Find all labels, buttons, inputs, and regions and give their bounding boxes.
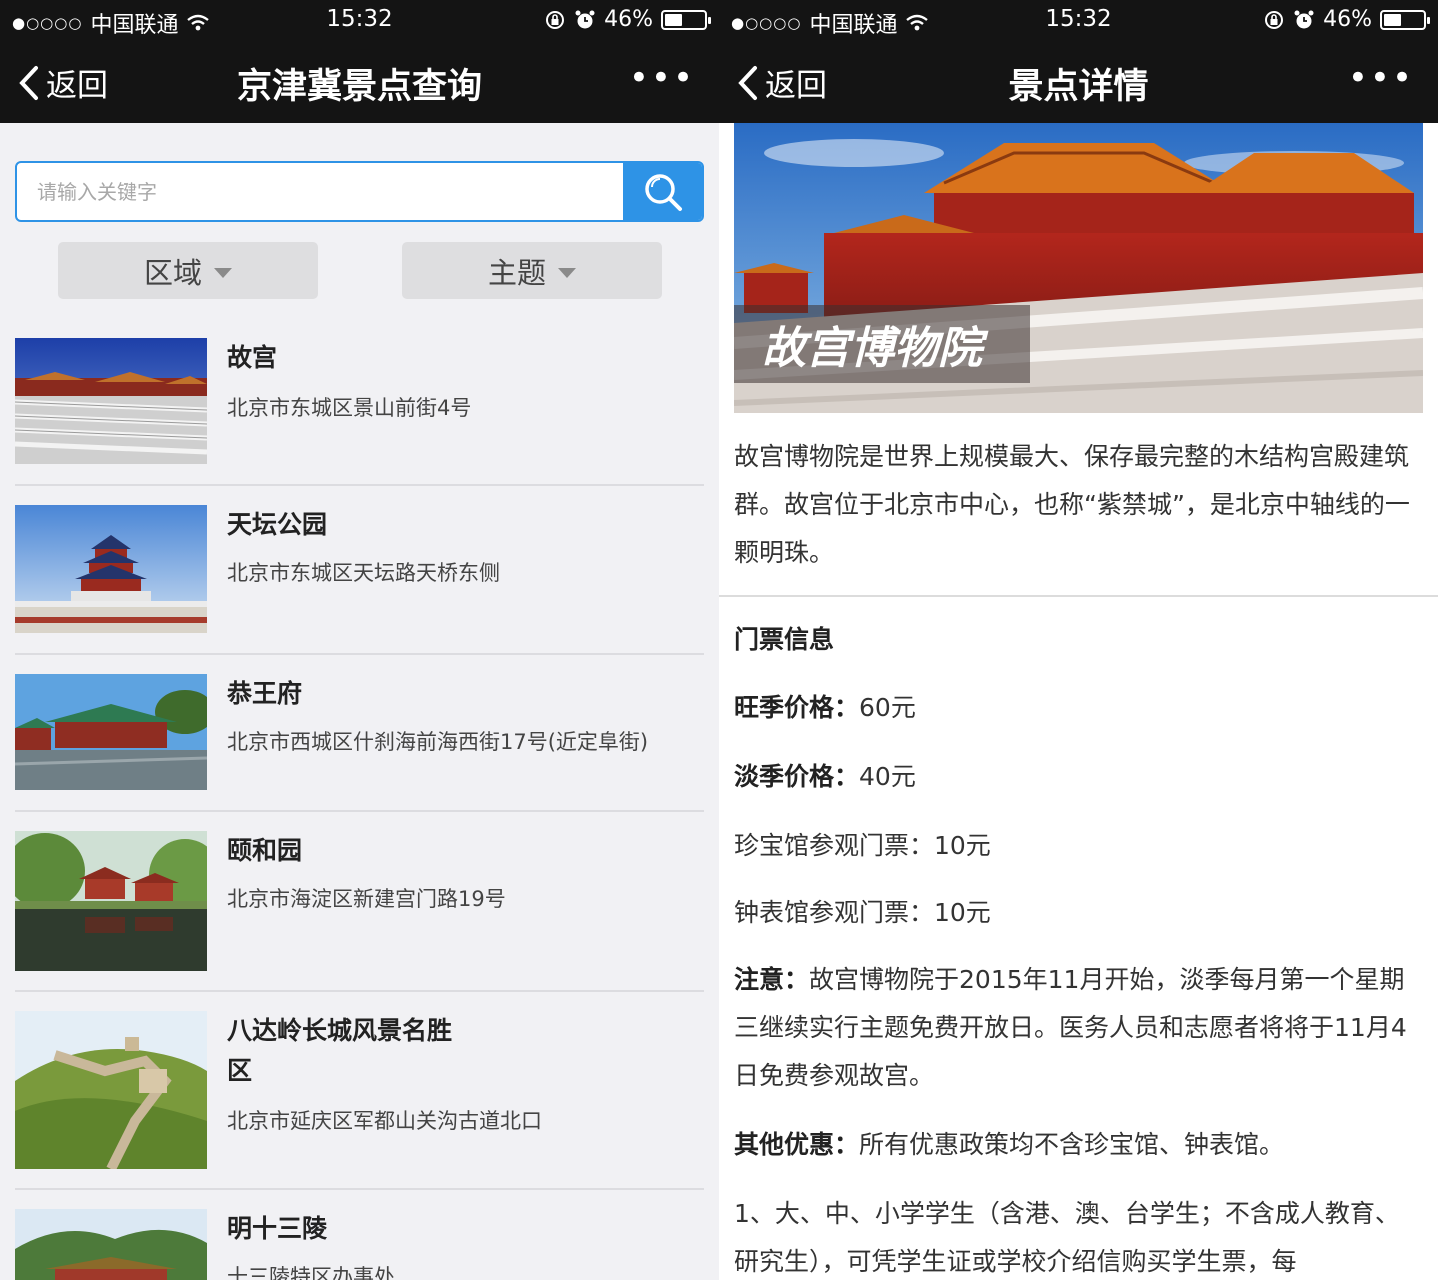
clock-gallery-ticket: 钟表馆参观门票：10元 <box>734 898 991 927</box>
other-discount-label: 其他优惠： <box>734 1130 860 1159</box>
chevron-left-icon <box>738 65 757 100</box>
status-bar: ●○○○○ 中国联通 15:32 46% <box>0 0 719 40</box>
battery-percent: 46% <box>604 7 653 32</box>
nav-bar: 返回 京津冀景点查询 ••• <box>0 40 719 123</box>
caret-down-icon <box>558 267 576 278</box>
temple-of-heaven-thumbnail <box>15 505 207 633</box>
other-discount-text: 所有优惠政策均不含珍宝馆、钟表馆。 <box>859 1130 1285 1159</box>
prince-gong-mansion-thumbnail <box>15 674 207 790</box>
list-divider <box>15 653 704 655</box>
attraction-list-item[interactable]: 八达岭长城风景名胜区 北京市延庆区军都山关沟古道北口 <box>15 1011 704 1169</box>
more-menu-button[interactable]: ••• <box>1348 58 1414 98</box>
hero-caption: 故宫博物院 <box>762 323 989 374</box>
attraction-address: 十三陵特区办事处 <box>227 1265 395 1280</box>
attraction-address: 北京市东城区天坛路天桥东侧 <box>227 561 500 585</box>
list-divider <box>15 990 704 992</box>
attraction-name: 故宫 <box>227 343 278 372</box>
battery-icon <box>1380 9 1430 30</box>
off-price-value: 40元 <box>859 762 916 791</box>
back-label: 返回 <box>46 68 108 104</box>
attraction-name: 恭王府 <box>227 679 303 708</box>
attraction-search-screen: ●○○○○ 中国联通 15:32 46% 返回 京津冀景点查询 ••• 区域 主… <box>0 0 719 1280</box>
notice-label: 注意： <box>734 965 810 994</box>
attraction-name: 明十三陵 <box>227 1214 328 1243</box>
notice-text: 故宫博物院于2015年11月开始，淡季每月第一个星期三继续实行主题免费开放日。医… <box>734 965 1407 1090</box>
battery-percent: 46% <box>1323 7 1372 32</box>
peak-season-price: 旺季价格：60元 <box>734 684 1424 732</box>
attraction-hero-image: 故宫博物院 <box>734 123 1423 413</box>
attraction-introduction: 故宫博物院是世界上规模最大、保存最完整的木结构宫殿建筑群。故宫位于北京市中心，也… <box>734 442 1410 567</box>
peak-price-label: 旺季价格： <box>734 693 860 722</box>
list-divider <box>15 1188 704 1190</box>
treasure-gallery-ticket: 珍宝馆参观门票：10元 <box>734 831 991 860</box>
back-button[interactable]: 返回 <box>18 60 108 105</box>
attraction-address: 北京市东城区景山前街4号 <box>227 396 472 420</box>
attraction-list-item[interactable]: 故宫 北京市东城区景山前街4号 <box>15 338 704 464</box>
attraction-list-item[interactable]: 恭王府 北京市西城区什刹海前海西街17号(近定阜街) <box>15 674 704 790</box>
student-discount-rule: 1、大、中、小学学生（含港、澳、台学生；不含成人教育、研究生），可凭学生证或学校… <box>734 1199 1400 1276</box>
orientation-lock-icon <box>1265 10 1284 29</box>
attraction-name: 颐和园 <box>227 836 303 865</box>
alarm-icon <box>575 10 595 28</box>
search-icon <box>644 173 682 211</box>
caret-down-icon <box>214 267 232 278</box>
attraction-address: 北京市延庆区军都山关沟古道北口 <box>227 1109 542 1133</box>
search-input[interactable] <box>17 163 625 220</box>
attraction-list-item[interactable]: 颐和园 北京市海淀区新建宫门路19号 <box>15 831 704 971</box>
forbidden-city-photo: 故宫博物院 <box>734 123 1423 413</box>
great-wall-thumbnail <box>15 1011 207 1169</box>
ming-tombs-thumbnail <box>15 1209 207 1280</box>
back-button[interactable]: 返回 <box>737 60 827 105</box>
chevron-left-icon <box>19 65 38 100</box>
list-divider <box>15 484 704 486</box>
attraction-list-item[interactable]: 天坛公园 北京市东城区天坛路天桥东侧 <box>15 505 704 633</box>
off-season-price: 淡季价格：40元 <box>734 753 1424 801</box>
orientation-lock-icon <box>546 10 565 29</box>
region-filter-label: 区域 <box>143 255 202 290</box>
search-button[interactable] <box>623 163 702 220</box>
list-divider <box>15 810 704 812</box>
alarm-icon <box>1294 10 1314 28</box>
theme-filter-label: 主题 <box>487 255 546 290</box>
peak-price-value: 60元 <box>859 693 916 722</box>
attraction-address: 北京市海淀区新建宫门路19号 <box>227 887 506 911</box>
ticket-info-heading: 门票信息 <box>734 625 835 654</box>
section-divider <box>719 595 1438 597</box>
attraction-address: 北京市西城区什刹海前海西街17号(近定阜街) <box>227 730 649 754</box>
off-price-label: 淡季价格： <box>734 762 860 791</box>
attraction-list-item[interactable]: 明十三陵 十三陵特区办事处 <box>15 1209 704 1280</box>
attraction-detail-screen: ●○○○○ 中国联通 15:32 46% 返回 景点详情 ••• 故宫博物院 故… <box>719 0 1438 1280</box>
attraction-name: 天坛公园 <box>227 510 328 539</box>
battery-icon <box>661 9 711 30</box>
nav-bar: 返回 景点详情 ••• <box>719 40 1438 123</box>
summer-palace-thumbnail <box>15 831 207 971</box>
notice-paragraph: 注意：故宫博物院于2015年11月开始，淡季每月第一个星期三继续实行主题免费开放… <box>734 956 1424 1100</box>
attraction-name: 八达岭长城风景名胜区 <box>227 1016 453 1085</box>
other-discount-paragraph: 其他优惠：所有优惠政策均不含珍宝馆、钟表馆。 <box>734 1121 1424 1169</box>
more-menu-button[interactable]: ••• <box>629 58 695 98</box>
theme-filter-dropdown[interactable]: 主题 <box>402 242 662 299</box>
region-filter-dropdown[interactable]: 区域 <box>58 242 318 299</box>
forbidden-city-thumbnail <box>15 338 207 464</box>
search-bar <box>15 161 704 222</box>
status-bar: ●○○○○ 中国联通 15:32 46% <box>719 0 1438 40</box>
back-label: 返回 <box>765 68 827 104</box>
